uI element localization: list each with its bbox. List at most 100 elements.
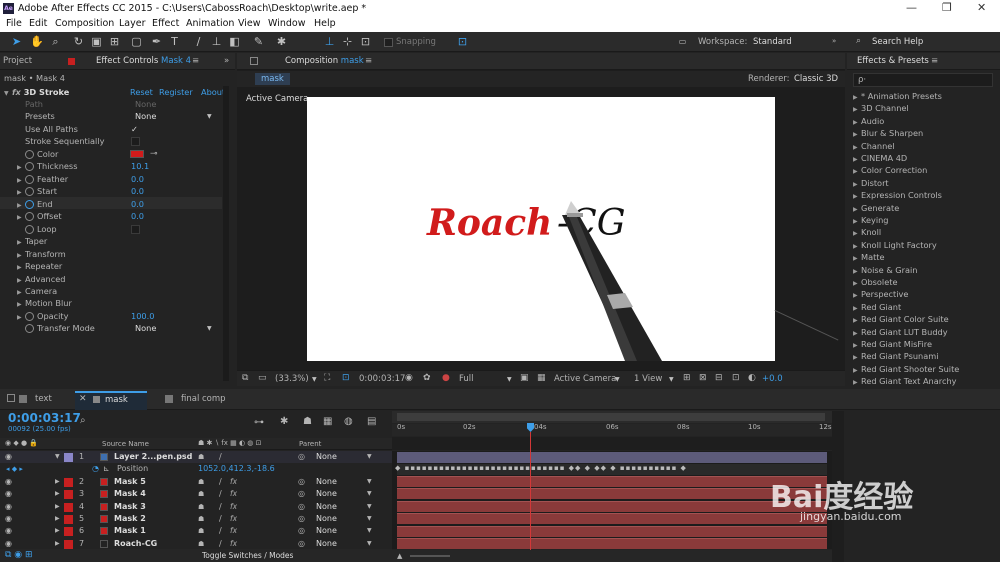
pickwhip-icon[interactable]: ◎ bbox=[298, 488, 305, 500]
close-icon[interactable]: ✕ bbox=[977, 1, 986, 14]
effects-category-item[interactable]: ▶ Blur & Sharpen bbox=[853, 127, 923, 139]
layer-5-bar[interactable] bbox=[397, 513, 827, 524]
exposure-value[interactable]: +0.0 bbox=[762, 374, 783, 384]
panel-menu-icon[interactable]: ≡ bbox=[192, 53, 199, 69]
layer-name[interactable]: Mask 5 bbox=[114, 476, 146, 488]
snap-options-icon[interactable]: ⊡ bbox=[456, 35, 469, 48]
effects-category-item[interactable]: ▶ Red Giant Shooter Suite bbox=[853, 363, 959, 375]
effects-category-item[interactable]: ▶ Matte bbox=[853, 251, 885, 263]
chevron-down-icon[interactable]: ▼ bbox=[367, 476, 372, 488]
effects-category-item[interactable]: ▶ Red Giant Psunami bbox=[853, 350, 939, 362]
effects-panel-menu-icon[interactable]: ≡ bbox=[931, 53, 938, 69]
twirl-arrow-icon[interactable]: ▶ bbox=[55, 488, 60, 500]
draft-3d-icon[interactable]: ✱ bbox=[280, 416, 288, 427]
layer-name[interactable]: Mask 1 bbox=[114, 525, 146, 537]
effects-category-item[interactable]: ▶ Knoll bbox=[853, 226, 881, 238]
menu-effect[interactable]: Effect bbox=[152, 18, 179, 29]
expand-collapse-icons[interactable]: ⧉ ◉ ⊞ bbox=[5, 550, 33, 560]
group-repeater[interactable]: ▶ Repeater bbox=[17, 260, 62, 272]
scrollbar[interactable] bbox=[223, 86, 229, 381]
rectangle-tool-icon[interactable]: ▢ bbox=[130, 35, 143, 48]
effects-category-item[interactable]: ▶ Red Giant Text Anarchy bbox=[853, 375, 956, 387]
comp-panel-menu-icon[interactable]: ≡ bbox=[365, 53, 372, 69]
chevron-down-icon[interactable]: ▼ bbox=[367, 525, 372, 537]
layer-name[interactable]: Layer 2...pen.psd bbox=[114, 451, 192, 463]
table-row[interactable]: ◉ ▶ 5 Mask 2 ☗ ∕ fx ◎ None ▼ bbox=[0, 513, 392, 526]
label-color[interactable] bbox=[64, 515, 73, 524]
comp-nav-mask[interactable]: mask bbox=[255, 73, 290, 85]
keyframe-nav-icon[interactable]: ◂ ◆ ▸ bbox=[6, 463, 23, 475]
shy-switch-icon[interactable]: ☗ bbox=[198, 451, 204, 463]
effects-category-item[interactable]: ▶ Knoll Light Factory bbox=[853, 239, 937, 251]
tab-composition[interactable]: Composition mask bbox=[285, 53, 364, 69]
tab-mask-close-icon[interactable]: ✕ bbox=[79, 394, 87, 404]
search-help-input[interactable]: Search Help bbox=[872, 37, 923, 47]
effects-category-item[interactable]: ▶ Red Giant LUT Buddy bbox=[853, 326, 948, 338]
zoom-tool-icon[interactable]: ⌕ bbox=[49, 35, 62, 48]
fx-switch-icon[interactable]: fx bbox=[230, 513, 237, 525]
camera-view-select[interactable]: Active Camera bbox=[554, 374, 616, 384]
effect-reset-link[interactable]: Reset bbox=[130, 86, 153, 98]
twirl-arrow-icon[interactable]: ▼ bbox=[55, 451, 60, 463]
chevron-down-icon[interactable]: ▼ bbox=[367, 451, 372, 463]
menu-help[interactable]: Help bbox=[314, 18, 336, 29]
graph-editor-icon[interactable]: ▤ bbox=[367, 416, 376, 427]
timeline-icon[interactable]: ⊟ bbox=[715, 373, 723, 383]
resolution-select[interactable]: Full bbox=[459, 374, 474, 384]
region-of-interest-icon[interactable]: ▣ bbox=[520, 373, 529, 383]
type-tool-icon[interactable]: T bbox=[168, 35, 181, 48]
layer-name[interactable]: Mask 3 bbox=[114, 501, 146, 513]
timeline-close-icon[interactable] bbox=[7, 394, 15, 402]
local-axis-icon[interactable]: ⊥ bbox=[323, 35, 336, 48]
visibility-eye-icon[interactable]: ◉ bbox=[5, 476, 12, 488]
tab-effect-controls[interactable]: Effect Controls Mask 4 bbox=[96, 53, 191, 69]
tab-project[interactable]: Project bbox=[3, 53, 32, 69]
chevron-down-icon[interactable]: ▼ bbox=[507, 376, 512, 383]
selection-tool-icon[interactable]: ➤ bbox=[10, 35, 23, 48]
shy-switch-icon[interactable]: ☗ bbox=[198, 501, 204, 513]
prop-transfer-mode-select[interactable]: None bbox=[135, 322, 156, 334]
menu-window[interactable]: Window bbox=[268, 18, 305, 29]
puppet-pin-tool-icon[interactable]: ✱ bbox=[275, 35, 288, 48]
chevron-down-icon[interactable]: ▼ bbox=[367, 501, 372, 513]
effects-category-item[interactable]: ▶ 3D Channel bbox=[853, 102, 909, 114]
fx-switch-icon[interactable]: fx bbox=[230, 525, 237, 537]
label-color[interactable] bbox=[64, 527, 73, 537]
prop-thickness-label[interactable]: ▶ Thickness bbox=[17, 160, 77, 172]
effects-category-item[interactable]: ▶ CINEMA 4D bbox=[853, 152, 907, 164]
prop-use-all-paths-checkbox[interactable]: ✓ bbox=[131, 123, 138, 135]
shy-switch-icon[interactable]: ☗ bbox=[198, 488, 204, 500]
effects-category-item[interactable]: ▶ Perspective bbox=[853, 288, 908, 300]
quality-switch-icon[interactable]: ∕ bbox=[219, 525, 222, 537]
layer-4-bar[interactable] bbox=[397, 501, 827, 512]
chevron-down-icon[interactable]: ▼ bbox=[367, 488, 372, 500]
rotate-tool-icon[interactable]: ↻ bbox=[72, 35, 85, 48]
show-channel-icon[interactable]: ✿ bbox=[423, 373, 431, 383]
parent-select[interactable]: None bbox=[316, 488, 337, 500]
label-color[interactable] bbox=[64, 539, 73, 549]
tab-mask[interactable]: mask bbox=[105, 392, 128, 408]
hand-tool-icon[interactable]: ✋ bbox=[30, 35, 44, 48]
comp-canvas[interactable]: Roach -CG bbox=[307, 97, 775, 361]
table-row[interactable]: ◉ ▶ 2 Mask 5 ☗ ∕ fx ◎ None ▼ bbox=[0, 475, 392, 489]
clone-stamp-tool-icon[interactable]: ⊥ bbox=[210, 35, 223, 48]
effects-category-item[interactable]: ▶ * Animation Presets bbox=[853, 90, 942, 102]
prop-stroke-sequentially-checkbox[interactable] bbox=[131, 137, 140, 146]
zoom-out-icon[interactable]: ▲ bbox=[397, 552, 402, 560]
roto-brush-tool-icon[interactable]: ✎ bbox=[252, 35, 265, 48]
parent-select[interactable]: None bbox=[316, 501, 337, 513]
prop-presets-select[interactable]: None bbox=[135, 110, 156, 122]
quality-switch-icon[interactable]: ∕ bbox=[219, 513, 222, 525]
chevron-down-icon[interactable]: ▼ bbox=[207, 325, 212, 332]
comp-mini-flowchart-icon[interactable]: ⊶ bbox=[254, 417, 264, 428]
camera-tool-icon[interactable]: ▣ bbox=[90, 35, 103, 48]
chevron-down-icon[interactable]: ▼ bbox=[312, 376, 317, 383]
position-keyframes[interactable]: ◆ ▪▪▪▪▪▪▪▪▪▪▪▪▪▪▪▪▪▪▪▪▪▪▪▪▪▪▪▪ ◆◆ ◆ ◆◆ ◆… bbox=[395, 464, 687, 472]
work-area[interactable] bbox=[397, 413, 825, 421]
parent-select[interactable]: None bbox=[316, 525, 337, 537]
visibility-eye-icon[interactable]: ◉ bbox=[5, 501, 12, 513]
prop-loop-checkbox[interactable] bbox=[131, 225, 140, 234]
table-row[interactable]: ◉ ▶ 3 Mask 4 ☗ ∕ fx ◎ None ▼ bbox=[0, 488, 392, 501]
tab-text[interactable]: text bbox=[35, 391, 52, 407]
quality-switch-icon[interactable]: ∕ bbox=[219, 476, 222, 488]
